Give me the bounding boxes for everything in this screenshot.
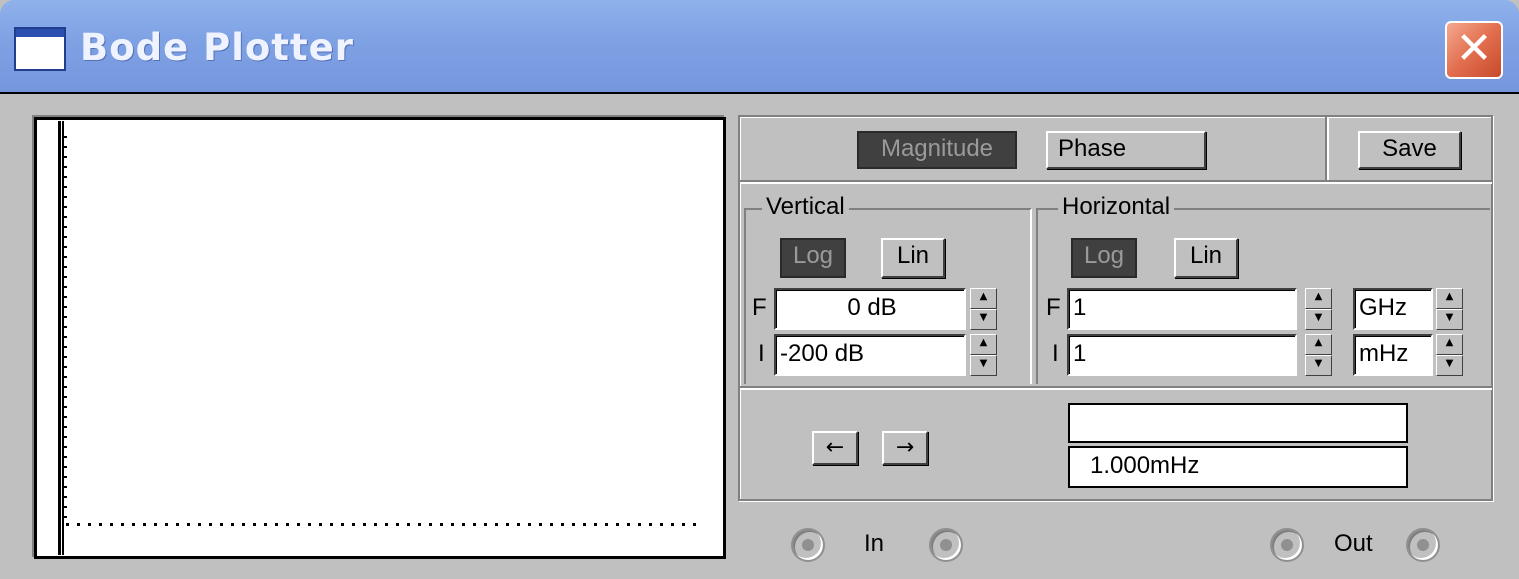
horizontal-log-button[interactable]: Log xyxy=(1071,238,1137,278)
horizontal-final-unit-spinner[interactable]: ▲ ▼ xyxy=(1436,288,1463,330)
horizontal-initial-spinner[interactable]: ▲ ▼ xyxy=(1305,334,1332,376)
horizontal-final-unit-field[interactable]: GHz xyxy=(1353,288,1433,330)
spin-up-icon[interactable]: ▲ xyxy=(1305,288,1332,309)
spin-down-icon[interactable]: ▼ xyxy=(1305,309,1332,330)
mode-section-divider xyxy=(740,180,1492,184)
vertical-final-spinner[interactable]: ▲ ▼ xyxy=(970,288,997,330)
settings-section-divider xyxy=(740,386,1492,390)
vertical-initial-label: I xyxy=(758,340,765,367)
cursor-value-readout xyxy=(1068,403,1408,443)
in-positive-terminal[interactable] xyxy=(791,528,825,562)
spin-down-icon[interactable]: ▼ xyxy=(1436,355,1463,376)
spin-down-icon[interactable]: ▼ xyxy=(1305,355,1332,376)
vertical-log-button[interactable]: Log xyxy=(780,238,846,278)
horizontal-initial-field[interactable]: 1 xyxy=(1067,334,1297,376)
vertical-initial-field[interactable]: -200 dB xyxy=(774,334,966,376)
cursor-right-arrow-icon[interactable]: → xyxy=(882,431,928,465)
spin-up-icon[interactable]: ▲ xyxy=(1436,334,1463,355)
close-button[interactable]: ✕ xyxy=(1445,21,1503,79)
plot-baseline xyxy=(66,523,702,526)
vertical-group-label: Vertical xyxy=(762,194,849,220)
mode-divider xyxy=(1325,117,1329,181)
spin-up-icon[interactable]: ▲ xyxy=(1305,334,1332,355)
vertical-initial-spinner[interactable]: ▲ ▼ xyxy=(970,334,997,376)
out-terminal-label: Out xyxy=(1334,530,1373,557)
horizontal-final-field[interactable]: 1 xyxy=(1067,288,1297,330)
plot-axis-ticks xyxy=(63,136,67,524)
vertical-final-field[interactable]: 0 dB xyxy=(774,288,966,330)
horizontal-group-label: Horizontal xyxy=(1058,194,1175,220)
cursor-frequency-readout: 1.000mHz xyxy=(1068,446,1408,488)
out-negative-terminal[interactable] xyxy=(1406,528,1440,562)
spin-up-icon[interactable]: ▲ xyxy=(970,288,997,309)
spin-down-icon[interactable]: ▼ xyxy=(970,309,997,330)
vertical-final-label: F xyxy=(752,294,767,321)
horizontal-initial-unit-spinner[interactable]: ▲ ▼ xyxy=(1436,334,1463,376)
save-button[interactable]: Save xyxy=(1358,131,1461,169)
out-positive-terminal[interactable] xyxy=(1270,528,1304,562)
spin-down-icon[interactable]: ▼ xyxy=(970,355,997,376)
in-terminal-label: In xyxy=(864,530,885,557)
window-icon xyxy=(14,27,66,71)
bode-plotter-window: Bode Plotter ✕ Magnitude Phase Save Vert… xyxy=(0,0,1519,579)
spin-down-icon[interactable]: ▼ xyxy=(1436,309,1463,330)
horizontal-initial-unit-field[interactable]: mHz xyxy=(1353,334,1433,376)
title-bar[interactable]: Bode Plotter ✕ xyxy=(0,0,1519,94)
horizontal-initial-label: I xyxy=(1052,340,1059,367)
in-negative-terminal[interactable] xyxy=(929,528,963,562)
spin-up-icon[interactable]: ▲ xyxy=(970,334,997,355)
cursor-left-arrow-icon[interactable]: ← xyxy=(812,431,858,465)
phase-button[interactable]: Phase xyxy=(1046,131,1206,169)
window-title: Bode Plotter xyxy=(80,26,355,69)
horizontal-final-label: F xyxy=(1046,294,1061,321)
horizontal-lin-button[interactable]: Lin xyxy=(1174,238,1238,278)
horizontal-final-spinner[interactable]: ▲ ▼ xyxy=(1305,288,1332,330)
spin-up-icon[interactable]: ▲ xyxy=(1436,288,1463,309)
magnitude-button[interactable]: Magnitude xyxy=(857,131,1017,169)
vertical-lin-button[interactable]: Lin xyxy=(881,238,945,278)
plot-area[interactable] xyxy=(34,117,726,559)
